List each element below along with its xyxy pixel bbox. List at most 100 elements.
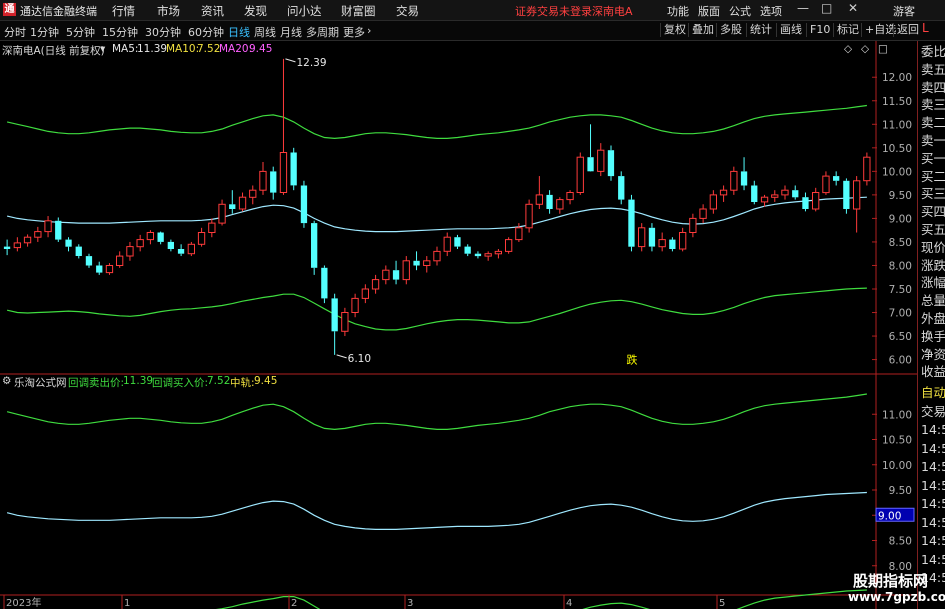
candle[interactable] [833,171,840,186]
menu-news[interactable]: 资讯 [201,3,224,19]
candle[interactable] [638,223,646,252]
candle[interactable] [751,180,758,205]
menu-market-quotes[interactable]: 行情 [112,3,135,19]
menu-layout[interactable]: 版面 [698,3,720,19]
candle[interactable] [311,220,318,275]
candle[interactable] [443,232,451,257]
candle[interactable] [760,194,769,207]
candle[interactable] [218,199,226,226]
candle[interactable] [822,171,830,195]
candle[interactable] [3,239,11,256]
candle[interactable] [371,274,380,294]
candle[interactable] [167,239,174,252]
candle[interactable] [556,197,564,214]
candle[interactable] [96,261,103,275]
kline-chart[interactable]: 6.00 6.50 7.00 7.50 8.00 8.50 9.00 9.50 10.00 10.… [0,41,917,609]
candle[interactable] [392,260,400,285]
candle[interactable] [699,204,707,224]
candle[interactable] [494,249,503,259]
candle[interactable] [157,231,164,245]
candle[interactable] [331,293,338,355]
candle[interactable] [105,263,114,275]
candle[interactable] [576,152,584,195]
candle[interactable] [187,241,195,257]
multi-stock-button[interactable]: 多股 [716,23,745,37]
candle[interactable] [853,176,861,233]
adjust-button[interactable]: 复权 [660,23,689,37]
candle[interactable] [730,166,738,195]
menu-discover[interactable]: 发现 [244,3,267,19]
candle[interactable] [812,187,820,212]
candle[interactable] [863,152,871,186]
restore-icon[interactable]: □ [821,1,832,15]
candle[interactable] [535,176,544,209]
candle[interactable] [781,185,789,200]
period-5min[interactable]: 5分钟 [66,24,95,40]
overlay-button[interactable]: 叠加 [688,23,717,37]
menu-options[interactable]: 选项 [760,3,782,19]
period-30min[interactable]: 30分钟 [145,24,181,40]
menu-ask-xiaoda[interactable]: 问小达 [287,3,322,19]
close-icon[interactable]: ✕ [848,1,858,15]
candle[interactable] [587,124,594,172]
candle[interactable] [229,190,236,214]
candle[interactable] [413,251,420,271]
candle[interactable] [300,180,308,228]
candle[interactable] [85,253,93,268]
candle[interactable] [238,192,247,212]
candle[interactable] [351,293,359,318]
candle[interactable] [474,251,482,259]
candle[interactable] [669,237,676,252]
candle[interactable] [341,307,349,337]
chevron-right-icon[interactable]: › [367,24,371,37]
candle[interactable] [23,234,32,247]
candle[interactable] [709,190,718,214]
candle[interactable] [843,178,850,214]
candle[interactable] [75,244,82,259]
candle[interactable] [484,251,492,261]
trade-login-status[interactable]: 证券交易未登录 [515,3,592,19]
candle[interactable] [566,190,574,205]
candle[interactable] [279,58,288,195]
candle[interactable] [679,227,687,252]
candle[interactable] [597,143,605,177]
menu-markets[interactable]: 市场 [157,3,180,19]
candle[interactable] [423,256,431,273]
candle[interactable] [433,246,441,266]
candle[interactable] [270,166,277,200]
candle[interactable] [658,232,666,252]
candle[interactable] [382,265,390,285]
auto-trade-label-0[interactable]: 自动 [921,384,945,402]
candle[interactable] [361,284,370,304]
candle[interactable] [65,237,72,252]
menu-formulas[interactable]: 公式 [729,3,751,19]
candle[interactable] [136,234,144,252]
draw-line-button[interactable]: 画线 [776,23,805,37]
period-more[interactable]: 更多 [343,24,365,40]
auto-trade-label-1[interactable]: 交易 [921,403,945,421]
minimize-icon[interactable]: — [797,1,809,15]
candle[interactable] [44,216,52,238]
period-multi[interactable]: 多周期 [306,24,339,40]
candle[interactable] [290,147,297,191]
menu-trade[interactable]: 交易 [396,3,419,19]
menu-functions[interactable]: 功能 [667,3,689,19]
back-button[interactable]: 返回 [893,23,922,37]
candle[interactable] [177,244,185,257]
candle[interactable] [505,237,513,254]
candle[interactable] [321,265,328,304]
alert-stock-name[interactable]: 深南电A [592,3,633,19]
candle[interactable] [197,227,206,247]
candle[interactable] [628,194,635,252]
candle[interactable] [792,185,799,200]
period-weekly[interactable]: 周线 [254,24,276,40]
candle[interactable] [740,157,748,191]
candle[interactable] [126,241,134,261]
candle[interactable] [546,190,553,214]
candle[interactable] [802,192,809,212]
candle[interactable] [249,185,257,205]
period-intraday[interactable]: 分时 [4,24,26,40]
candle[interactable] [607,145,615,181]
menu-wealth-circle[interactable]: 财富圈 [341,3,376,19]
candle[interactable] [771,190,779,202]
